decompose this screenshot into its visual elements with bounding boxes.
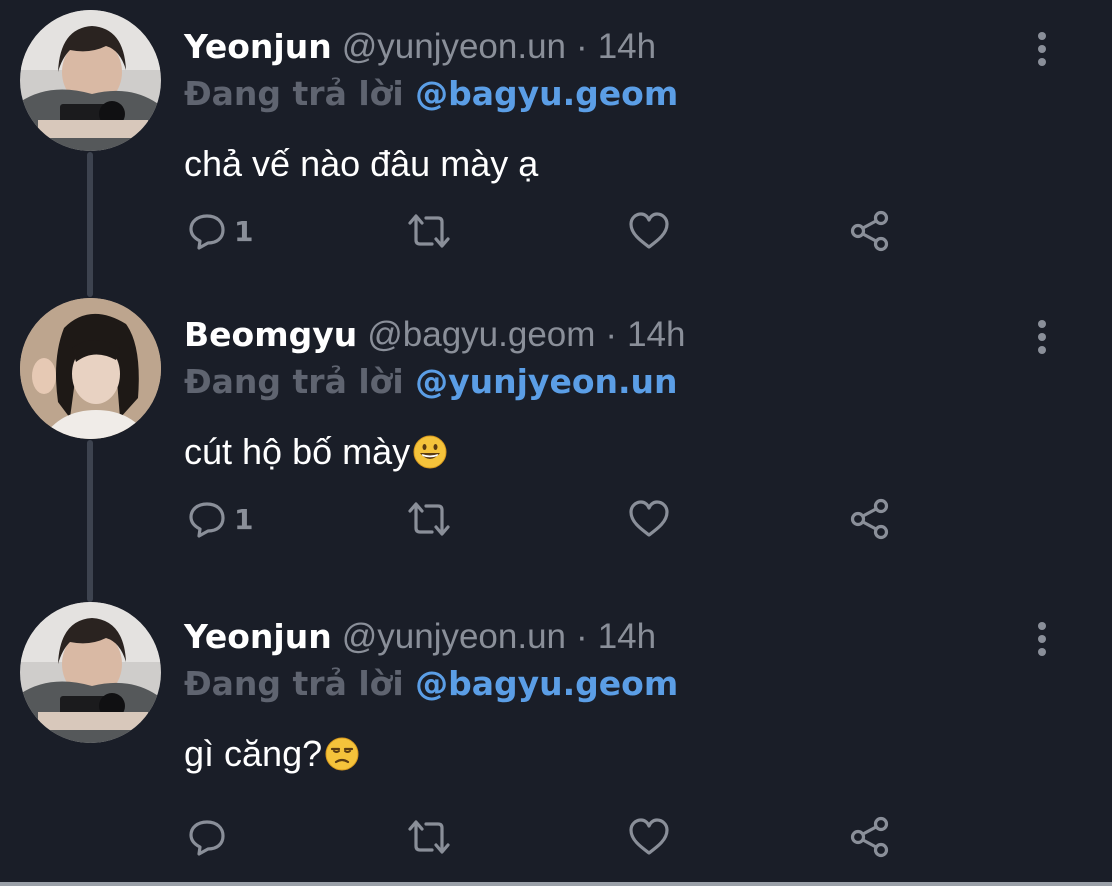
tweet-actions: 1 <box>0 208 1112 254</box>
more-icon[interactable] <box>1030 622 1054 658</box>
display-name[interactable]: Yeonjun <box>184 617 332 656</box>
grinning-face-emoji <box>413 435 447 469</box>
like-icon <box>629 212 669 249</box>
share-icon <box>850 816 889 858</box>
avatar-yeonjun[interactable] <box>20 602 161 743</box>
reply-count: 1 <box>234 214 254 248</box>
avatar-yeonjun[interactable] <box>20 10 161 151</box>
user-handle[interactable]: @bagyu.geom <box>367 315 595 354</box>
more-icon[interactable] <box>1030 320 1054 356</box>
reply-button[interactable]: 1 <box>186 496 253 542</box>
share-icon <box>850 498 889 540</box>
share-icon <box>850 210 889 252</box>
separator-dot: · <box>605 315 618 354</box>
display-name[interactable]: Beomgyu <box>184 315 357 354</box>
mention-link[interactable]: @yunjyeon.un <box>415 362 677 401</box>
tweet-text-content: cút hộ bố mày <box>184 431 411 472</box>
mention-link[interactable]: @bagyu.geom <box>415 74 678 113</box>
replying-to-label: Đang trả lời <box>184 664 404 703</box>
replying-to: Đang trả lời @bagyu.geom <box>184 658 678 710</box>
replying-to-label: Đang trả lời <box>184 362 404 401</box>
retweet-icon <box>408 214 450 248</box>
reply-icon <box>189 214 225 250</box>
timestamp[interactable]: 14h <box>598 617 656 656</box>
timestamp[interactable]: 14h <box>598 27 656 66</box>
tweet-text: chả vế nào đâu mày ạ <box>184 138 538 190</box>
reply-icon <box>189 820 225 856</box>
replying-to-label: Đang trả lời <box>184 74 404 113</box>
separator-dot: · <box>576 617 588 656</box>
bottom-divider <box>0 882 1112 886</box>
tweet-header: Yeonjun @yunjyeon.un · 14h <box>184 20 656 72</box>
retweet-icon <box>408 502 450 536</box>
reply-icon <box>189 502 225 538</box>
share-button[interactable] <box>848 814 892 860</box>
like-icon <box>629 818 669 855</box>
tweet-text-content: chả vế nào đâu mày ạ <box>184 143 539 184</box>
tweet-thread: Yeonjun @yunjyeon.un · 14h Đang trả lời … <box>0 0 1112 886</box>
timestamp[interactable]: 14h <box>627 315 685 354</box>
retweet-button[interactable] <box>404 496 454 542</box>
user-handle[interactable]: @yunjyeon.un <box>342 617 566 656</box>
reply-count: 1 <box>234 502 254 536</box>
retweet-button[interactable] <box>404 814 454 860</box>
reply-button[interactable]: 1 <box>186 208 253 254</box>
unamused-face-emoji <box>325 737 359 771</box>
retweet-icon <box>408 820 450 854</box>
separator-dot: · <box>576 27 588 66</box>
like-icon <box>629 500 669 537</box>
tweet-header: Beomgyu @bagyu.geom · 14h <box>184 308 686 360</box>
share-button[interactable] <box>848 496 892 542</box>
tweet-text-content: gì căng? <box>184 733 323 774</box>
user-handle[interactable]: @yunjyeon.un <box>342 27 566 66</box>
like-button[interactable] <box>627 208 671 254</box>
tweet-header: Yeonjun @yunjyeon.un · 14h <box>184 610 656 662</box>
tweet-actions: 1 <box>0 496 1112 542</box>
tweet-text: gì căng? <box>184 728 360 780</box>
retweet-button[interactable] <box>404 208 454 254</box>
display-name[interactable]: Yeonjun <box>184 27 332 66</box>
avatar-beomgyu[interactable] <box>20 298 161 439</box>
share-button[interactable] <box>848 208 892 254</box>
replying-to: Đang trả lời @yunjyeon.un <box>184 356 678 408</box>
reply-button[interactable] <box>186 814 228 860</box>
tweet-actions <box>0 814 1112 860</box>
more-icon[interactable] <box>1030 32 1054 68</box>
like-button[interactable] <box>627 496 671 542</box>
like-button[interactable] <box>627 814 671 860</box>
tweet-text: cút hộ bố mày <box>184 426 448 478</box>
mention-link[interactable]: @bagyu.geom <box>415 664 678 703</box>
replying-to: Đang trả lời @bagyu.geom <box>184 68 678 120</box>
